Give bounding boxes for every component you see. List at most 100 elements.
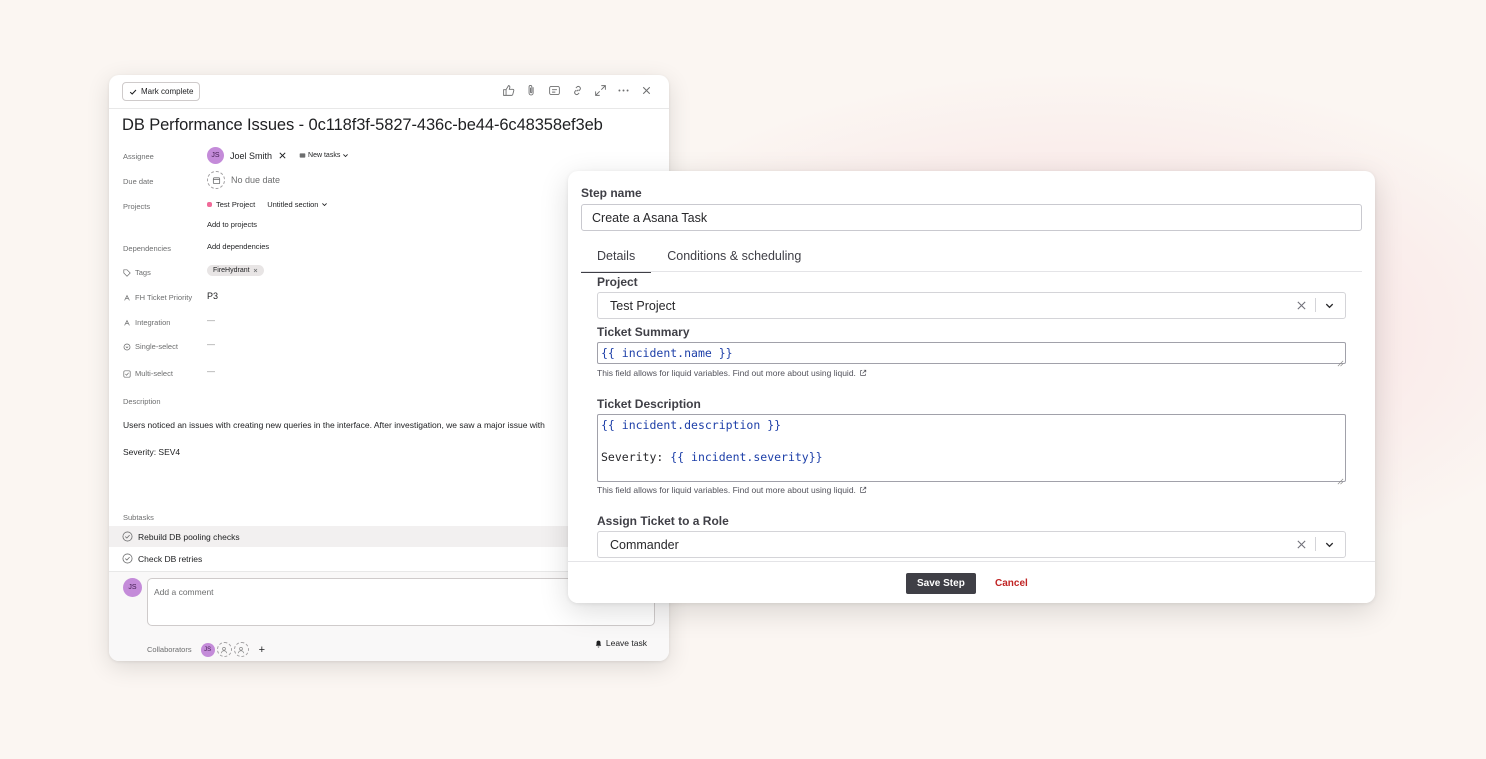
- tag-chip[interactable]: FireHydrant: [207, 265, 264, 276]
- integration-label: Integration: [123, 318, 170, 327]
- select-controls: [1296, 537, 1335, 551]
- dependencies-label: Dependencies: [123, 244, 171, 253]
- liquid-variable: incident.severity: [684, 450, 809, 464]
- project-color-dot: [207, 202, 212, 207]
- liquid-open: {{: [601, 346, 615, 360]
- priority-value[interactable]: P3: [207, 291, 218, 301]
- multi-select-value[interactable]: —: [207, 367, 215, 376]
- tags-field[interactable]: FireHydrant: [207, 265, 264, 276]
- more-options-icon[interactable]: [617, 84, 630, 97]
- check-circle-icon[interactable]: [122, 531, 133, 542]
- step-name-input[interactable]: Create a Asana Task: [581, 204, 1362, 231]
- tag-icon: [123, 268, 131, 277]
- resize-handle-icon[interactable]: [1337, 355, 1344, 367]
- severity-prefix: Severity:: [601, 450, 671, 464]
- liquid-help-text: This field allows for liquid variables. …: [597, 368, 867, 378]
- tab-conditions-scheduling[interactable]: Conditions & scheduling: [651, 244, 817, 273]
- ticket-summary-input[interactable]: {{ incident.name }}: [597, 342, 1346, 367]
- task-title[interactable]: DB Performance Issues - 0c118f3f-5827-43…: [122, 116, 603, 135]
- external-link-icon[interactable]: [859, 486, 867, 494]
- description-label: Description: [123, 397, 161, 406]
- leave-task-button[interactable]: Leave task: [594, 638, 647, 648]
- integration-value[interactable]: —: [207, 316, 215, 325]
- role-select-value: Commander: [610, 538, 679, 552]
- bell-icon: [594, 639, 603, 648]
- custom-field-icon: [123, 294, 131, 302]
- add-to-projects-link[interactable]: Add to projects: [207, 220, 257, 229]
- step-name-label: Step name: [581, 186, 642, 200]
- tag-name: FireHydrant: [213, 267, 250, 274]
- due-date-field[interactable]: No due date: [207, 171, 280, 189]
- select-controls: [1296, 298, 1335, 312]
- user-placeholder-icon[interactable]: [233, 642, 249, 657]
- new-tasks-dropdown[interactable]: New tasks: [299, 152, 349, 159]
- collaborator-avatars: JS: [200, 642, 249, 657]
- comment-avatar: JS: [123, 578, 142, 597]
- step-tabs: Details Conditions & scheduling: [581, 244, 817, 273]
- project-chip[interactable]: Test Project: [207, 200, 255, 209]
- cancel-button[interactable]: Cancel: [995, 573, 1028, 594]
- liquid-open: {{: [601, 418, 615, 432]
- remove-tag-icon[interactable]: [253, 268, 258, 273]
- expand-icon[interactable]: [594, 84, 607, 97]
- step-editor-modal: Step name Create a Asana Task Details Co…: [568, 171, 1375, 603]
- liquid-help-label[interactable]: This field allows for liquid variables. …: [597, 485, 856, 495]
- remove-assignee-icon[interactable]: [278, 151, 287, 160]
- task-toolbar-icons: [502, 84, 653, 97]
- integration-label-text: Integration: [135, 318, 171, 327]
- single-select-label-text: Single-select: [135, 342, 178, 351]
- collaborator-avatar[interactable]: JS: [200, 642, 215, 657]
- collaborators-row: Collaborators JS +: [147, 642, 265, 657]
- mark-complete-button[interactable]: Mark complete: [122, 82, 201, 101]
- project-select[interactable]: Test Project: [597, 292, 1346, 319]
- assignee-label: Assignee: [123, 152, 154, 161]
- link-icon[interactable]: [571, 84, 584, 97]
- chevron-down-icon: [342, 152, 349, 159]
- chevron-down-icon: [321, 201, 328, 208]
- description-line-1[interactable]: Users noticed an issues with creating ne…: [123, 420, 545, 430]
- section-dropdown[interactable]: Untitled section: [267, 200, 328, 209]
- calendar-icon: [207, 171, 225, 189]
- tabs-divider: [581, 271, 1362, 272]
- close-icon[interactable]: [640, 84, 653, 97]
- chevron-down-icon[interactable]: [1324, 300, 1335, 311]
- assign-role-label: Assign Ticket to a Role: [597, 514, 729, 528]
- chevron-down-icon[interactable]: [1324, 539, 1335, 550]
- single-select-value[interactable]: —: [207, 340, 215, 349]
- assignee-name: Joel Smith: [230, 150, 273, 161]
- user-placeholder-icon[interactable]: [216, 642, 232, 657]
- liquid-help-label[interactable]: This field allows for liquid variables. …: [597, 368, 856, 378]
- external-link-icon[interactable]: [859, 369, 867, 377]
- checkbox-icon: [123, 369, 131, 378]
- liquid-close: }}: [767, 418, 782, 432]
- check-circle-icon[interactable]: [122, 553, 133, 564]
- clear-icon[interactable]: [1296, 300, 1307, 311]
- check-icon: [129, 88, 137, 96]
- clear-icon[interactable]: [1296, 539, 1307, 550]
- paperclip-icon[interactable]: [525, 84, 538, 97]
- section-name: Untitled section: [267, 200, 319, 209]
- inbox-icon: [299, 152, 306, 159]
- add-dependencies-link[interactable]: Add dependencies: [207, 242, 269, 251]
- liquid-close: }}: [718, 346, 733, 360]
- projects-label: Projects: [123, 202, 151, 211]
- resize-handle-icon[interactable]: [1337, 473, 1344, 485]
- add-collaborator-button[interactable]: +: [259, 644, 265, 656]
- thumbs-up-icon[interactable]: [502, 84, 515, 97]
- project-field[interactable]: Test Project Untitled section: [207, 200, 328, 209]
- priority-label-text: FH Ticket Priority: [135, 293, 193, 302]
- custom-field-icon: [123, 319, 131, 327]
- role-select[interactable]: Commander: [597, 531, 1346, 558]
- multi-select-label-text: Multi-select: [135, 369, 173, 378]
- ticket-description-input[interactable]: {{ incident.description }} Severity: {{ …: [597, 414, 1346, 485]
- select-separator: [1315, 537, 1316, 551]
- assignee-field[interactable]: JS Joel Smith New tasks: [207, 147, 349, 164]
- description-code-line-1: {{ incident.description }}: [601, 417, 1342, 433]
- single-select-label: Single-select: [123, 342, 178, 351]
- ticket-summary-label: Ticket Summary: [597, 325, 690, 339]
- liquid-variable: incident.name: [614, 346, 719, 360]
- save-step-button[interactable]: Save Step: [906, 573, 976, 594]
- description-line-2[interactable]: Severity: SEV4: [123, 447, 180, 457]
- tab-details[interactable]: Details: [581, 244, 652, 273]
- subtask-icon[interactable]: [548, 84, 561, 97]
